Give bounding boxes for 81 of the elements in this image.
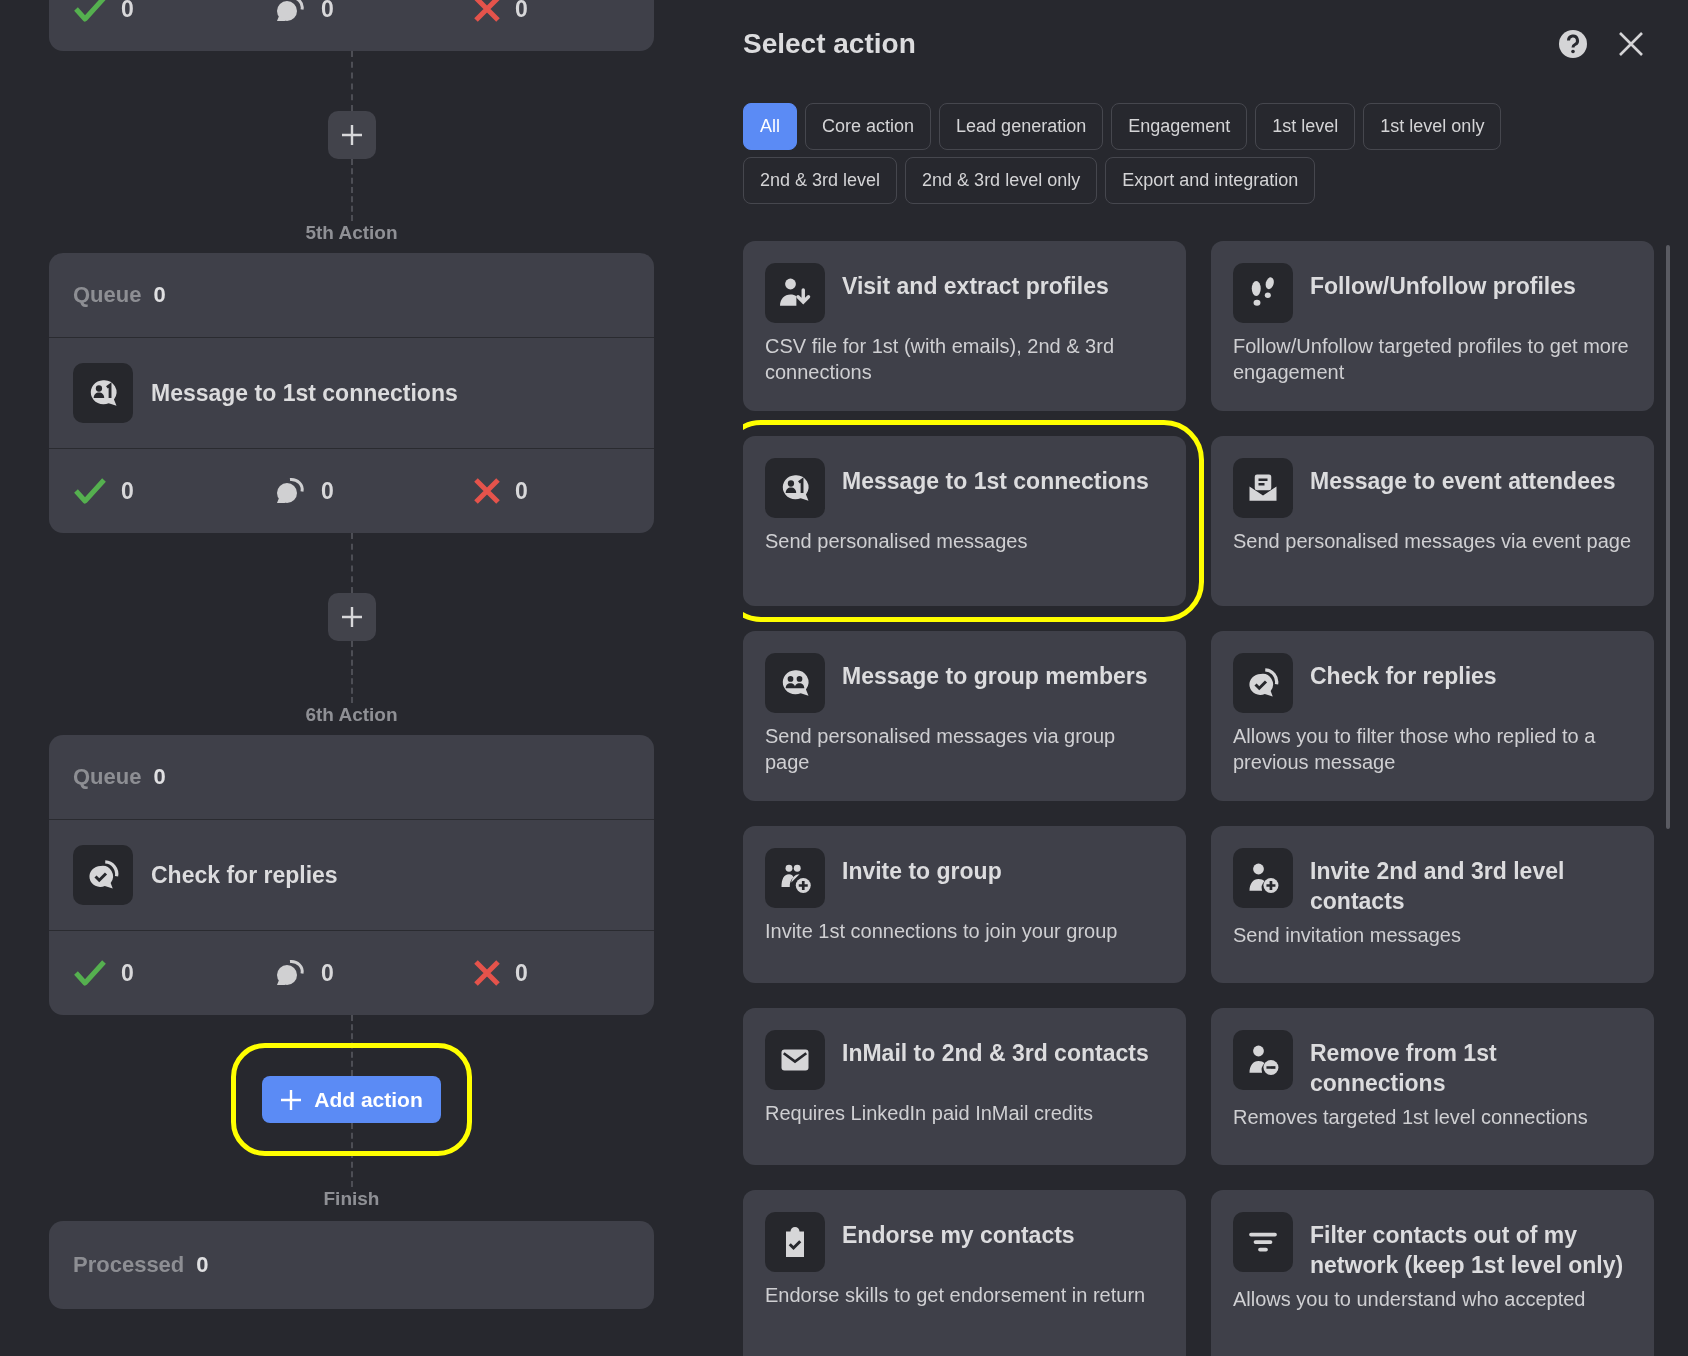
- action-card[interactable]: Message to event attendees Send personalised messages via event page: [1211, 436, 1654, 606]
- cross-icon: [473, 0, 501, 23]
- stat-count: 0: [515, 477, 528, 505]
- action-title: Invite to group: [842, 857, 1002, 886]
- plus-icon: [280, 1088, 303, 1111]
- filter-chip[interactable]: 2nd & 3rd level only: [905, 157, 1098, 204]
- action-description: Send personalised messages: [765, 529, 1029, 554]
- processed-count: 0: [196, 1252, 209, 1278]
- add-step-button[interactable]: [327, 593, 376, 641]
- step-label: 6th Action: [305, 703, 398, 727]
- filter-chip[interactable]: 1st level: [1255, 103, 1356, 150]
- stat-count: 0: [321, 0, 334, 23]
- stat-count: 0: [515, 0, 528, 23]
- check-icon: [73, 959, 107, 987]
- queue-count: 0: [153, 282, 166, 308]
- help-button[interactable]: [1558, 29, 1588, 59]
- action-title: Invite 2nd and 3rd level contacts: [1310, 857, 1566, 916]
- action-description: Invite 1st connections to join your group: [765, 919, 1119, 944]
- stat-count: 0: [121, 0, 134, 23]
- action-title: Message to event attendees: [1310, 467, 1616, 496]
- filter-chip[interactable]: Export and integration: [1105, 157, 1316, 204]
- action-description: Endorse skills to get endorsement in return: [765, 1283, 1147, 1308]
- cross-icon: [473, 477, 501, 505]
- filter-chip[interactable]: 2nd & 3rd level: [743, 157, 898, 204]
- action-title: InMail to 2nd & 3rd contacts: [842, 1039, 1149, 1068]
- action-title: Follow/Unfollow profiles: [1310, 272, 1576, 301]
- stat-count: 0: [515, 959, 528, 987]
- action-card[interactable]: Filter contacts out of my network (keep 1st level only) Allows you to understand who accepted: [1211, 1190, 1654, 1356]
- queue-label: Queue: [73, 764, 142, 790]
- action-title[interactable]: Check for replies: [151, 861, 338, 889]
- action-title: Message to group members: [842, 662, 1148, 691]
- action-title[interactable]: Message to 1st connections: [151, 379, 458, 407]
- action-card[interactable]: InMail to 2nd & 3rd contacts Requires LinkedIn paid InMail credits: [743, 1008, 1186, 1165]
- action-card[interactable]: Visit and extract profiles CSV file for 1st (with emails), 2nd & 3rd connections: [743, 241, 1186, 411]
- queue-count: 0: [153, 764, 166, 790]
- scrollbar-thumb[interactable]: [1666, 245, 1670, 829]
- action-description: Send invitation messages: [1233, 923, 1462, 948]
- action-title: Remove from 1st connections: [1310, 1039, 1498, 1098]
- action-description: Allows you to filter those who replied to a previous message: [1233, 724, 1597, 775]
- help-icon: [1558, 29, 1588, 59]
- stat-count: 0: [121, 477, 134, 505]
- stat-count: 0: [321, 959, 334, 987]
- action-title: Message to 1st connections: [842, 467, 1149, 496]
- action-card[interactable]: Remove from 1st connections Removes targeted 1st level connections: [1211, 1008, 1654, 1165]
- action-card[interactable]: Check for replies Allows you to filter those who replied to a previous message: [1211, 631, 1654, 801]
- action-description: Follow/Unfollow targeted profiles to get more engagement: [1233, 334, 1630, 385]
- action-card[interactable]: Endorse my contacts Endorse skills to get endorsement in return: [743, 1190, 1186, 1356]
- action-description: CSV file for 1st (with emails), 2nd & 3rd connections: [765, 334, 1115, 385]
- filter-chip[interactable]: Engagement: [1111, 103, 1248, 150]
- close-button[interactable]: [1618, 31, 1644, 57]
- action-title: Visit and extract profiles: [842, 272, 1109, 301]
- action-description: Removes targeted 1st level connections: [1233, 1105, 1589, 1130]
- queue-label: Queue: [73, 282, 142, 308]
- action-title: Filter contacts out of my network (keep 1st level only): [1310, 1221, 1625, 1280]
- action-card[interactable]: Invite to group Invite 1st connections to join your group: [743, 826, 1186, 983]
- check-icon: [73, 477, 107, 505]
- add-step-button[interactable]: [327, 111, 376, 159]
- close-icon: [1618, 31, 1644, 57]
- stat-count: 0: [321, 477, 334, 505]
- filter-chip[interactable]: 1st level only: [1363, 103, 1502, 150]
- processed-label: Processed: [73, 1252, 185, 1278]
- plus-icon: [340, 606, 363, 628]
- filter-chip[interactable]: Core action: [805, 103, 932, 150]
- action-description: Send personalised messages via event page: [1233, 529, 1632, 554]
- action-card[interactable]: Message to 1st connections Send personalised messages: [743, 436, 1186, 606]
- stat-count: 0: [121, 959, 134, 987]
- action-description: Allows you to understand who accepted: [1233, 1287, 1587, 1312]
- action-title: Check for replies: [1310, 662, 1497, 691]
- check-icon: [73, 0, 107, 23]
- action-card[interactable]: Message to group members Send personalised messages via group page: [743, 631, 1186, 801]
- plus-icon: [340, 124, 363, 146]
- panel-title: Select action: [743, 28, 917, 60]
- action-description: Requires LinkedIn paid InMail credits: [765, 1101, 1094, 1126]
- filter-chip[interactable]: Lead generation: [939, 103, 1104, 150]
- action-card[interactable]: Invite 2nd and 3rd level contacts Send invitation messages: [1211, 826, 1654, 983]
- action-description: Send personalised messages via group page: [765, 724, 1117, 775]
- cross-icon: [473, 959, 501, 987]
- action-card[interactable]: Follow/Unfollow profiles Follow/Unfollow targeted profiles to get more engagement: [1211, 241, 1654, 411]
- action-title: Endorse my contacts: [842, 1221, 1075, 1250]
- step-label: 5th Action: [305, 221, 398, 245]
- finish-label: Finish: [323, 1187, 380, 1211]
